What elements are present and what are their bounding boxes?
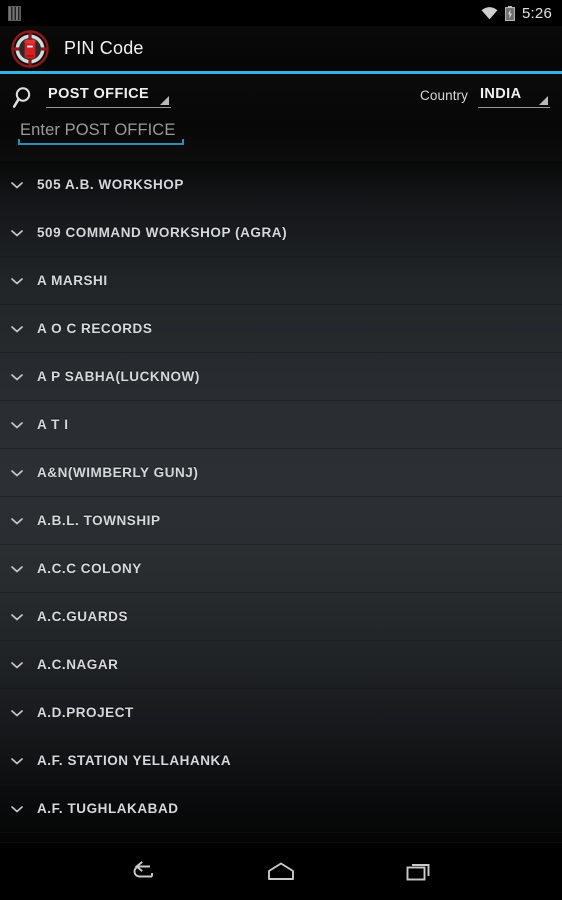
chevron-down-icon	[9, 609, 25, 625]
country-spinner-value: INDIA	[480, 86, 522, 102]
page-title: PIN Code	[64, 38, 144, 58]
list-item-label: A.F. STATION YELLAHANKA	[37, 753, 232, 768]
chevron-down-icon	[9, 561, 25, 577]
category-spinner-value: POST OFFICE	[48, 86, 150, 102]
list-item-label: A P SABHA(LUCKNOW)	[37, 369, 200, 384]
list-item[interactable]: A.F. STATION YELLAHANKA	[0, 737, 562, 785]
list-item[interactable]: A.F. TUGHLAKABAD	[0, 785, 562, 833]
chevron-down-icon	[9, 753, 25, 769]
list-item[interactable]: A.C.GUARDS	[0, 593, 562, 641]
country-spinner[interactable]: INDIA	[478, 83, 550, 108]
search-icon	[12, 85, 36, 111]
list-item-label: A.D.PROJECT	[37, 705, 134, 720]
chevron-down-icon	[9, 801, 25, 817]
post-box-logo-icon	[9, 28, 51, 70]
filter-bar: POST OFFICE Country INDIA	[0, 74, 562, 161]
chevron-down-icon	[9, 465, 25, 481]
chevron-down-icon	[9, 513, 25, 529]
list-item[interactable]: A&N(WIMBERLY GUNJ)	[0, 449, 562, 497]
list-item-label: A.C.GUARDS	[37, 609, 129, 624]
post-office-list[interactable]: 505 A.B. WORKSHOP 509 COMMAND WORKSHOP (A…	[0, 161, 562, 842]
list-item-label: A O C RECORDS	[37, 321, 153, 336]
chevron-down-icon	[9, 225, 25, 241]
list-item-label: A T I	[37, 417, 69, 432]
list-item[interactable]: A.C.C COLONY	[0, 545, 562, 593]
wifi-icon	[481, 6, 498, 20]
list-item[interactable]: A O C RECORDS	[0, 305, 562, 353]
list-item[interactable]: A P SABHA(LUCKNOW)	[0, 353, 562, 401]
list-item-label: A.C.C COLONY	[37, 561, 142, 576]
search-input-wrapper	[18, 119, 184, 145]
recents-icon[interactable]	[393, 852, 445, 892]
chevron-down-icon	[9, 369, 25, 385]
list-item-label: A.B.L. TOWNSHIP	[37, 513, 161, 528]
list-item-label: A&N(WIMBERLY GUNJ)	[37, 465, 199, 480]
search-input[interactable]	[18, 119, 184, 145]
status-bar-right: 5:26	[481, 5, 552, 22]
home-icon[interactable]	[255, 852, 307, 892]
action-bar: PIN Code	[0, 26, 562, 71]
search-input-underline	[18, 139, 184, 145]
list-item-label: 505 A.B. WORKSHOP	[37, 177, 184, 192]
chevron-down-icon	[9, 417, 25, 433]
list-item[interactable]: A.D.PROJECT	[0, 689, 562, 737]
category-spinner[interactable]: POST OFFICE	[46, 83, 172, 108]
list-item[interactable]: 505 A.B. WORKSHOP	[0, 161, 562, 209]
chevron-down-icon	[9, 321, 25, 337]
status-bar-left	[8, 5, 481, 21]
list-item[interactable]: A MARSHI	[0, 257, 562, 305]
list-item[interactable]: A.C.NAGAR	[0, 641, 562, 689]
system-navigation-bar	[0, 842, 562, 900]
chevron-down-icon	[9, 657, 25, 673]
list-item-label: A MARSHI	[37, 273, 108, 288]
list-item-label: A.C.NAGAR	[37, 657, 119, 672]
country-label: Country	[420, 88, 468, 103]
sim-card-icon	[8, 5, 21, 21]
chevron-down-icon	[9, 177, 25, 193]
android-app-screen: 5:26 PIN Code POST OFFICE Country INDIA …	[0, 0, 562, 900]
country-spinner-group: Country INDIA	[420, 83, 550, 108]
list-item-label: A.F. TUGHLAKABAD	[37, 801, 179, 816]
status-bar-clock: 5:26	[522, 4, 552, 22]
list-item[interactable]: 509 COMMAND WORKSHOP (AGRA)	[0, 209, 562, 257]
battery-charging-icon	[505, 5, 515, 21]
back-arrow-icon[interactable]	[117, 852, 169, 892]
chevron-down-icon	[9, 273, 25, 289]
list-item-label: 509 COMMAND WORKSHOP (AGRA)	[37, 225, 288, 240]
status-bar: 5:26	[0, 0, 562, 26]
filter-row: POST OFFICE Country INDIA	[12, 74, 550, 111]
list-item[interactable]: A T I	[0, 401, 562, 449]
chevron-down-icon	[9, 705, 25, 721]
list-item[interactable]: A.B.L. TOWNSHIP	[0, 497, 562, 545]
